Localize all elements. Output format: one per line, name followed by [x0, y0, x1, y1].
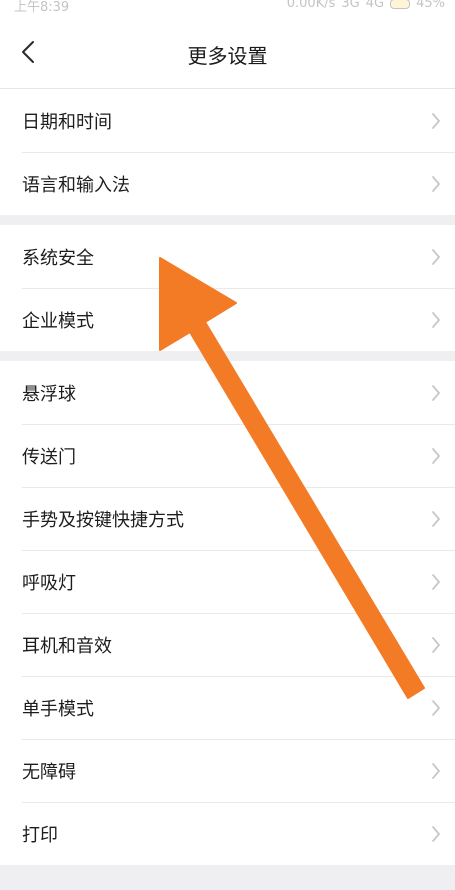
chevron-right-icon: [432, 248, 440, 265]
settings-item-date-time[interactable]: 日期和时间: [0, 89, 455, 152]
settings-item-label: 手势及按键快捷方式: [22, 509, 184, 531]
network-type-4g: 4G: [365, 0, 385, 11]
settings-item-breathing-light[interactable]: 呼吸灯: [0, 550, 455, 613]
chevron-right-icon: [432, 175, 440, 192]
settings-group-general: 日期和时间 语言和输入法: [0, 89, 455, 215]
chevron-right-icon: [432, 825, 440, 842]
settings-item-accessibility[interactable]: 无障碍: [0, 739, 455, 802]
settings-item-label: 打印: [22, 824, 58, 846]
settings-item-label: 日期和时间: [22, 111, 112, 133]
settings-item-label: 企业模式: [22, 310, 94, 332]
settings-group-security: 系统安全 企业模式: [0, 225, 455, 351]
settings-item-label: 语言和输入法: [22, 174, 130, 196]
header: 更多设置: [0, 16, 455, 89]
settings-item-floating-ball[interactable]: 悬浮球: [0, 361, 455, 424]
settings-item-label: 单手模式: [22, 698, 94, 720]
chevron-right-icon: [432, 510, 440, 527]
battery-icon: [390, 0, 411, 9]
chevron-right-icon: [432, 762, 440, 779]
settings-item-label: 无障碍: [22, 761, 76, 783]
page-title: 更多设置: [187, 44, 268, 68]
chevron-right-icon: [432, 573, 440, 590]
settings-item-label: 悬浮球: [22, 383, 76, 405]
battery-level: 45%: [416, 0, 445, 11]
chevron-right-icon: [432, 699, 440, 716]
chevron-right-icon: [432, 112, 440, 129]
settings-item-label: 呼吸灯: [22, 572, 76, 594]
network-type-3g: 3G: [341, 0, 360, 11]
settings-item-system-security[interactable]: 系统安全: [0, 225, 455, 288]
settings-group-features: 悬浮球 传送门 手势及按键快捷方式 呼吸灯 耳机和音效 单手模式 无障碍 打印: [0, 361, 455, 865]
settings-item-label: 系统安全: [22, 247, 94, 269]
settings-item-enterprise-mode[interactable]: 企业模式: [0, 288, 455, 351]
settings-item-headphones-audio[interactable]: 耳机和音效: [0, 613, 455, 676]
settings-item-one-handed-mode[interactable]: 单手模式: [0, 676, 455, 739]
network-speed: 0.00K/s: [286, 0, 336, 11]
settings-item-language-input[interactable]: 语言和输入法: [0, 152, 455, 215]
chevron-right-icon: [432, 311, 440, 328]
status-time: 上午8:39: [14, 0, 70, 15]
settings-screen: 上午8:39 0.00K/s 3G 4G 45% 更多设置 日期和时间 语言和输…: [0, 0, 455, 890]
settings-item-label: 传送门: [22, 446, 76, 468]
chevron-right-icon: [432, 636, 440, 653]
status-indicators: 0.00K/s 3G 4G 45%: [287, 0, 445, 11]
status-bar: 上午8:39 0.00K/s 3G 4G 45%: [0, 0, 455, 16]
settings-item-print[interactable]: 打印: [0, 802, 455, 865]
settings-item-label: 耳机和音效: [22, 635, 112, 657]
settings-item-gesture-shortcuts[interactable]: 手势及按键快捷方式: [0, 487, 455, 550]
chevron-right-icon: [432, 384, 440, 401]
chevron-right-icon: [432, 447, 440, 464]
settings-item-portal[interactable]: 传送门: [0, 424, 455, 487]
